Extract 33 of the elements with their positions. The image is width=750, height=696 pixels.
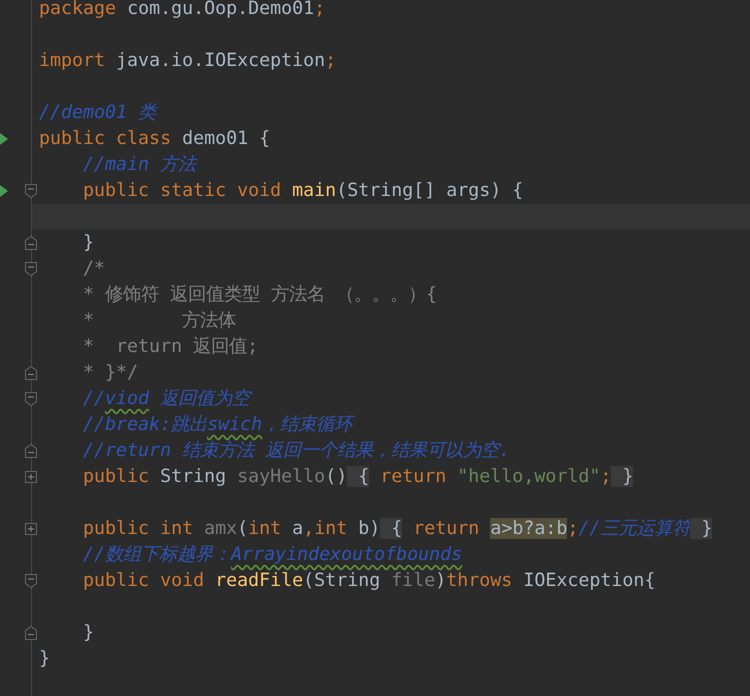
- fold-icon[interactable]: [25, 574, 37, 588]
- code-line: //demo01 类: [39, 101, 156, 125]
- code-line: //return 结束方法 返回一个结果，结果可以为空.: [82, 439, 510, 463]
- fold-icon[interactable]: [25, 626, 37, 640]
- code-line: public static void main(String[] args) {: [82, 179, 524, 203]
- code-line: import java.io.IOException;: [39, 49, 336, 73]
- code-line: * 修饰符 返回值类型 方法名 （。。。）{: [82, 283, 438, 307]
- code-line: public String sayHello() { return "hello,world"; }: [82, 465, 634, 489]
- code-line: }: [82, 621, 94, 645]
- run-icon[interactable]: [0, 185, 8, 197]
- code-line: //数组下标越界：Arrayindexoutofbounds: [82, 543, 462, 567]
- code-line: }: [39, 647, 50, 671]
- fold-icon[interactable]: [25, 236, 37, 250]
- fold-icon[interactable]: [25, 392, 37, 406]
- code-line: /*: [82, 257, 106, 281]
- fold-icon[interactable]: [25, 366, 37, 380]
- fold-icon[interactable]: [25, 184, 37, 198]
- code-line: //break:跳出swich，结束循环: [39, 413, 352, 437]
- code-line: public void readFile(String file)throws IOException{: [82, 569, 656, 593]
- code-line: package com.gu.Oop.Demo01;: [39, 0, 326, 21]
- expand-icon[interactable]: [25, 523, 37, 535]
- code-line: * }*/: [82, 361, 138, 385]
- fold-icon[interactable]: [25, 444, 37, 458]
- code-line: * return 返回值;: [82, 335, 258, 359]
- run-icon[interactable]: [0, 133, 8, 145]
- fold-icon[interactable]: [25, 262, 37, 276]
- code-line: //main 方法: [82, 153, 196, 177]
- code-line: //viod 返回值为空: [82, 387, 250, 411]
- code-line: }: [82, 231, 94, 255]
- code-line: public int amx(int a,int b) { return a>b?a:b;//三元运算符 }: [82, 517, 712, 541]
- code-line: * 方法体: [82, 309, 236, 333]
- expand-icon[interactable]: [25, 471, 37, 483]
- code-line: public class demo01 {: [39, 127, 270, 151]
